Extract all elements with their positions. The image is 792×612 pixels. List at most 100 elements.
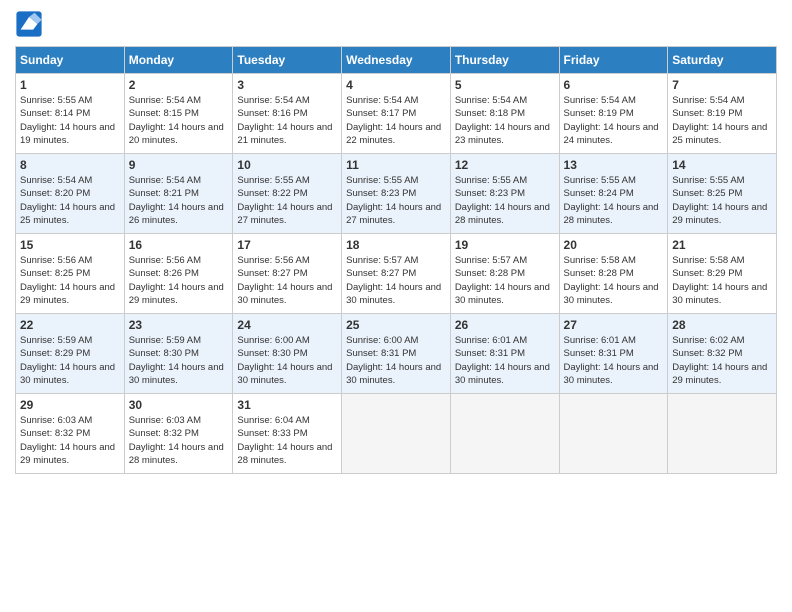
column-header-tuesday: Tuesday xyxy=(233,47,342,74)
day-number: 4 xyxy=(346,78,446,92)
day-info: Sunrise: 5:58 AMSunset: 8:29 PMDaylight:… xyxy=(672,254,772,307)
day-info: Sunrise: 5:55 AMSunset: 8:23 PMDaylight:… xyxy=(455,174,555,227)
day-info: Sunrise: 5:54 AMSunset: 8:16 PMDaylight:… xyxy=(237,94,337,147)
day-info: Sunrise: 6:03 AMSunset: 8:32 PMDaylight:… xyxy=(129,414,229,467)
column-header-friday: Friday xyxy=(559,47,668,74)
table-row: 19 Sunrise: 5:57 AMSunset: 8:28 PMDayligh… xyxy=(450,234,559,314)
table-row: 26 Sunrise: 6:01 AMSunset: 8:31 PMDayligh… xyxy=(450,314,559,394)
day-number: 26 xyxy=(455,318,555,332)
day-info: Sunrise: 5:54 AMSunset: 8:19 PMDaylight:… xyxy=(672,94,772,147)
page-header xyxy=(15,10,777,38)
table-row: 4 Sunrise: 5:54 AMSunset: 8:17 PMDaylight… xyxy=(342,74,451,154)
day-info: Sunrise: 5:54 AMSunset: 8:19 PMDaylight:… xyxy=(564,94,664,147)
table-row xyxy=(559,394,668,474)
column-header-thursday: Thursday xyxy=(450,47,559,74)
day-number: 13 xyxy=(564,158,664,172)
day-number: 9 xyxy=(129,158,229,172)
table-row: 24 Sunrise: 6:00 AMSunset: 8:30 PMDayligh… xyxy=(233,314,342,394)
day-info: Sunrise: 5:55 AMSunset: 8:25 PMDaylight:… xyxy=(672,174,772,227)
table-row: 13Sunrise: 5:55 AMSunset: 8:24 PMDayligh… xyxy=(559,154,668,234)
day-info: Sunrise: 5:59 AMSunset: 8:29 PMDaylight:… xyxy=(20,334,120,387)
day-info: Sunrise: 5:57 AMSunset: 8:27 PMDaylight:… xyxy=(346,254,446,307)
table-row xyxy=(668,394,777,474)
table-row: 10 Sunrise: 5:55 AMSunset: 8:22 PMDayligh… xyxy=(233,154,342,234)
day-number: 1 xyxy=(20,78,120,92)
column-header-saturday: Saturday xyxy=(668,47,777,74)
logo-icon xyxy=(15,10,43,38)
day-info: Sunrise: 5:58 AMSunset: 8:28 PMDaylight:… xyxy=(564,254,664,307)
day-number: 7 xyxy=(672,78,772,92)
day-number: 16 xyxy=(129,238,229,252)
day-info: Sunrise: 5:57 AMSunset: 8:28 PMDaylight:… xyxy=(455,254,555,307)
table-row: 8 Sunrise: 5:54 AMSunset: 8:20 PMDaylight… xyxy=(16,154,125,234)
day-number: 2 xyxy=(129,78,229,92)
table-row: 25 Sunrise: 6:00 AMSunset: 8:31 PMDayligh… xyxy=(342,314,451,394)
table-row: 5 Sunrise: 5:54 AMSunset: 8:18 PMDaylight… xyxy=(450,74,559,154)
table-row: 9 Sunrise: 5:54 AMSunset: 8:21 PMDaylight… xyxy=(124,154,233,234)
table-row: 11Sunrise: 5:55 AMSunset: 8:23 PMDayligh… xyxy=(342,154,451,234)
column-header-monday: Monday xyxy=(124,47,233,74)
day-info: Sunrise: 6:01 AMSunset: 8:31 PMDaylight:… xyxy=(455,334,555,387)
day-number: 15 xyxy=(20,238,120,252)
table-row: 20 Sunrise: 5:58 AMSunset: 8:28 PMDayligh… xyxy=(559,234,668,314)
day-info: Sunrise: 6:03 AMSunset: 8:32 PMDaylight:… xyxy=(20,414,120,467)
day-info: Sunrise: 5:55 AMSunset: 8:22 PMDaylight:… xyxy=(237,174,337,227)
day-info: Sunrise: 5:56 AMSunset: 8:26 PMDaylight:… xyxy=(129,254,229,307)
table-row: 17 Sunrise: 5:56 AMSunset: 8:27 PMDayligh… xyxy=(233,234,342,314)
day-number: 11 xyxy=(346,158,446,172)
day-number: 18 xyxy=(346,238,446,252)
day-number: 27 xyxy=(564,318,664,332)
table-row: 22 Sunrise: 5:59 AMSunset: 8:29 PMDayligh… xyxy=(16,314,125,394)
table-row: 27 Sunrise: 6:01 AMSunset: 8:31 PMDayligh… xyxy=(559,314,668,394)
day-number: 22 xyxy=(20,318,120,332)
day-number: 12 xyxy=(455,158,555,172)
day-number: 6 xyxy=(564,78,664,92)
table-row: 28 Sunrise: 6:02 AMSunset: 8:32 PMDayligh… xyxy=(668,314,777,394)
table-row xyxy=(342,394,451,474)
day-info: Sunrise: 5:56 AMSunset: 8:25 PMDaylight:… xyxy=(20,254,120,307)
day-number: 8 xyxy=(20,158,120,172)
column-header-sunday: Sunday xyxy=(16,47,125,74)
table-row xyxy=(450,394,559,474)
day-number: 20 xyxy=(564,238,664,252)
day-number: 10 xyxy=(237,158,337,172)
day-info: Sunrise: 6:00 AMSunset: 8:31 PMDaylight:… xyxy=(346,334,446,387)
day-info: Sunrise: 5:54 AMSunset: 8:20 PMDaylight:… xyxy=(20,174,120,227)
day-info: Sunrise: 6:02 AMSunset: 8:32 PMDaylight:… xyxy=(672,334,772,387)
table-row: 2 Sunrise: 5:54 AMSunset: 8:15 PMDaylight… xyxy=(124,74,233,154)
table-row: 12 Sunrise: 5:55 AMSunset: 8:23 PMDayligh… xyxy=(450,154,559,234)
day-number: 3 xyxy=(237,78,337,92)
table-row: 6 Sunrise: 5:54 AMSunset: 8:19 PMDaylight… xyxy=(559,74,668,154)
calendar-table: SundayMondayTuesdayWednesdayThursdayFrid… xyxy=(15,46,777,474)
table-row: 18 Sunrise: 5:57 AMSunset: 8:27 PMDayligh… xyxy=(342,234,451,314)
day-number: 19 xyxy=(455,238,555,252)
day-info: Sunrise: 5:56 AMSunset: 8:27 PMDaylight:… xyxy=(237,254,337,307)
day-number: 5 xyxy=(455,78,555,92)
table-row: 3 Sunrise: 5:54 AMSunset: 8:16 PMDaylight… xyxy=(233,74,342,154)
day-number: 23 xyxy=(129,318,229,332)
column-header-wednesday: Wednesday xyxy=(342,47,451,74)
logo xyxy=(15,10,47,38)
day-info: Sunrise: 5:54 AMSunset: 8:17 PMDaylight:… xyxy=(346,94,446,147)
day-info: Sunrise: 5:54 AMSunset: 8:18 PMDaylight:… xyxy=(455,94,555,147)
table-row: 21 Sunrise: 5:58 AMSunset: 8:29 PMDayligh… xyxy=(668,234,777,314)
day-info: Sunrise: 6:04 AMSunset: 8:33 PMDaylight:… xyxy=(237,414,337,467)
day-info: Sunrise: 5:54 AMSunset: 8:21 PMDaylight:… xyxy=(129,174,229,227)
day-number: 21 xyxy=(672,238,772,252)
day-info: Sunrise: 5:59 AMSunset: 8:30 PMDaylight:… xyxy=(129,334,229,387)
day-number: 29 xyxy=(20,398,120,412)
day-info: Sunrise: 5:55 AMSunset: 8:14 PMDaylight:… xyxy=(20,94,120,147)
table-row: 7 Sunrise: 5:54 AMSunset: 8:19 PMDaylight… xyxy=(668,74,777,154)
day-number: 28 xyxy=(672,318,772,332)
day-info: Sunrise: 6:01 AMSunset: 8:31 PMDaylight:… xyxy=(564,334,664,387)
day-number: 17 xyxy=(237,238,337,252)
day-number: 24 xyxy=(237,318,337,332)
table-row: 15 Sunrise: 5:56 AMSunset: 8:25 PMDayligh… xyxy=(16,234,125,314)
table-row: 16 Sunrise: 5:56 AMSunset: 8:26 PMDayligh… xyxy=(124,234,233,314)
day-number: 31 xyxy=(237,398,337,412)
day-info: Sunrise: 6:00 AMSunset: 8:30 PMDaylight:… xyxy=(237,334,337,387)
day-number: 14 xyxy=(672,158,772,172)
day-info: Sunrise: 5:54 AMSunset: 8:15 PMDaylight:… xyxy=(129,94,229,147)
day-number: 25 xyxy=(346,318,446,332)
table-row: 29 Sunrise: 6:03 AMSunset: 8:32 PMDayligh… xyxy=(16,394,125,474)
